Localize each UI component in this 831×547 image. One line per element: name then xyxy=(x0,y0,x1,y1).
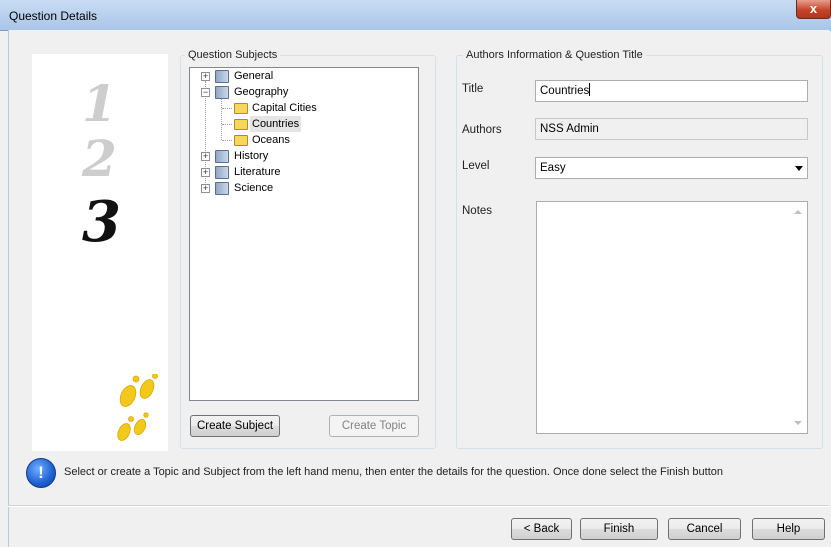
footprints-icon xyxy=(117,374,158,441)
level-label: Level xyxy=(462,160,490,172)
notes-label: Notes xyxy=(462,205,493,217)
scroll-up-icon[interactable] xyxy=(794,210,802,214)
chevron-down-icon[interactable] xyxy=(795,166,803,171)
notes-scrollbar[interactable] xyxy=(790,202,807,433)
info-message: Select or create a Topic and Subject fro… xyxy=(64,466,723,478)
title-input-value: Countries xyxy=(540,85,590,97)
close-icon: x xyxy=(809,1,818,16)
level-select-value: Easy xyxy=(540,162,566,174)
tree-node-countries[interactable]: Countries xyxy=(190,116,418,132)
tree-node-label: Science xyxy=(234,182,274,194)
tree-node-general[interactable]: + General xyxy=(190,68,418,84)
subject-book-icon xyxy=(215,70,229,83)
step-2-number: 2 xyxy=(82,129,117,188)
title-input[interactable]: Countries xyxy=(535,80,808,102)
tree-node-label: Literature xyxy=(234,166,281,178)
create-subject-button[interactable]: Create Subject xyxy=(190,415,280,437)
authors-label: Authors xyxy=(462,124,502,136)
topic-folder-icon xyxy=(234,135,248,146)
tree-node-geography[interactable]: − Geography xyxy=(190,84,418,100)
expand-plus-icon[interactable]: + xyxy=(201,168,210,177)
tree-node-label-selected: Countries xyxy=(250,116,302,132)
expand-plus-icon[interactable]: + xyxy=(201,184,210,193)
scroll-down-icon[interactable] xyxy=(794,421,802,425)
title-bar: Question Details x xyxy=(0,0,831,31)
tree-node-literature[interactable]: + Literature xyxy=(190,164,418,180)
tree-node-label: History xyxy=(234,150,269,162)
subject-book-icon xyxy=(215,86,229,99)
step-3-number: 3 xyxy=(82,189,121,255)
tree-node-label: Oceans xyxy=(252,134,290,146)
tree-node-label: General xyxy=(234,70,274,82)
step-1-number: 1 xyxy=(82,74,117,133)
finish-button[interactable]: Finish xyxy=(580,518,658,540)
info-icon: ! xyxy=(26,458,56,488)
help-button[interactable]: Help xyxy=(752,518,825,540)
authors-info-label: Authors Information & Question Title xyxy=(463,49,646,61)
title-label: Title xyxy=(462,83,484,95)
cancel-button[interactable]: Cancel xyxy=(668,518,741,540)
close-button[interactable]: x xyxy=(796,0,831,19)
level-select[interactable]: Easy xyxy=(535,157,808,179)
topic-folder-icon xyxy=(234,119,248,130)
back-button[interactable]: < Back xyxy=(511,518,572,540)
authors-field: NSS Admin xyxy=(535,118,808,140)
window-title: Question Details xyxy=(9,9,98,23)
text-cursor xyxy=(589,83,591,96)
subject-book-icon xyxy=(215,166,229,179)
tree-node-label: Geography xyxy=(234,86,289,98)
tree-node-history[interactable]: + History xyxy=(190,148,418,164)
question-subjects-label: Question Subjects xyxy=(185,49,281,61)
expand-plus-icon[interactable]: + xyxy=(201,152,210,161)
tree-node-oceans[interactable]: Oceans xyxy=(190,132,418,148)
topic-folder-icon xyxy=(234,103,248,114)
collapse-minus-icon[interactable]: − xyxy=(201,88,210,97)
expand-plus-icon[interactable]: + xyxy=(201,72,210,81)
subject-book-icon xyxy=(215,182,229,195)
wizard-step-image: 1 2 3 xyxy=(32,54,168,451)
footer-divider xyxy=(8,505,829,507)
tree-node-capital-cities[interactable]: Capital Cities xyxy=(190,100,418,116)
notes-textarea[interactable] xyxy=(536,201,808,434)
subjects-tree[interactable]: + General − Geography Capital Cities Cou… xyxy=(189,67,419,401)
create-topic-button[interactable]: Create Topic xyxy=(329,415,419,437)
tree-node-label: Capital Cities xyxy=(252,102,317,114)
subject-book-icon xyxy=(215,150,229,163)
tree-node-science[interactable]: + Science xyxy=(190,180,418,196)
